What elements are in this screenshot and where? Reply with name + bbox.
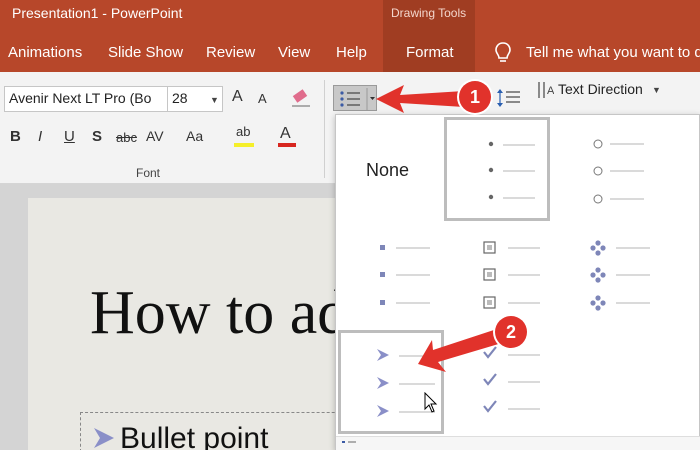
callout-arrows [376, 85, 512, 372]
callout-badge-1: 1 [459, 81, 491, 113]
callout-badge-2: 2 [495, 316, 527, 348]
